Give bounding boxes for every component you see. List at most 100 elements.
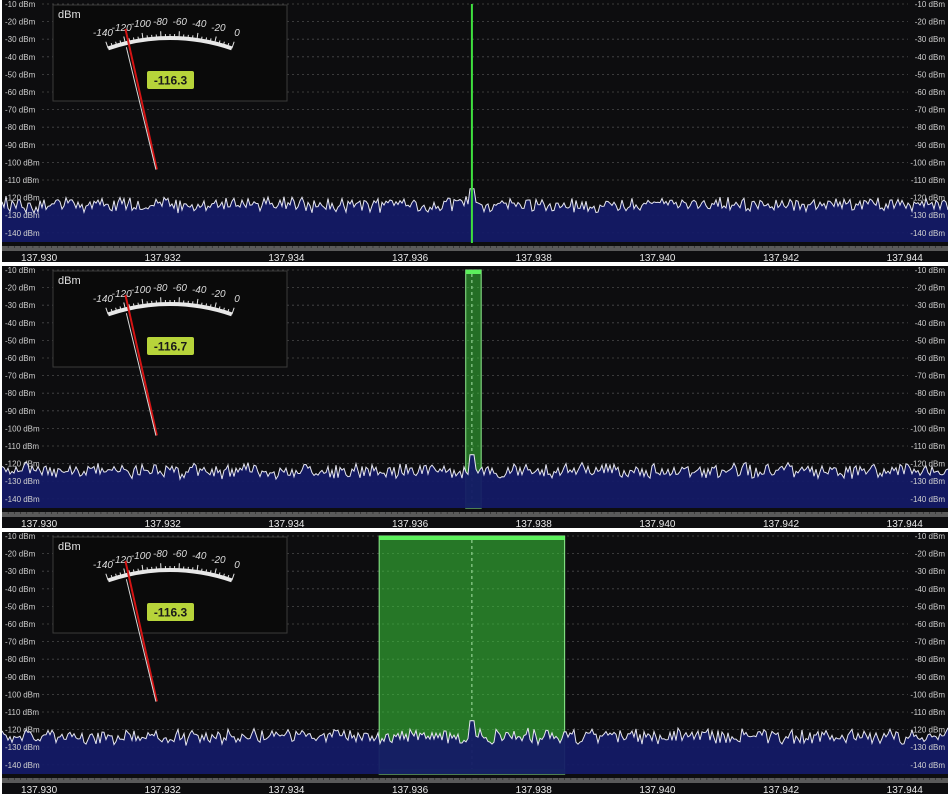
y-tick-label-right: -100 dBm	[910, 158, 945, 167]
y-tick-label-right: -100 dBm	[910, 424, 945, 433]
y-tick-label-right: -40 dBm	[915, 319, 946, 328]
spectrum-plot[interactable]: -10 dBm -10 dBm -20 dBm -20 dBm -30 dBm -30 d…	[2, 266, 948, 528]
y-tick-label-left: -80 dBm	[5, 389, 36, 398]
frequency-ruler[interactable]	[2, 512, 948, 517]
y-tick-label-right: -20 dBm	[915, 284, 946, 293]
y-tick-label-right: -30 dBm	[915, 35, 946, 44]
x-tick-label: 137.932	[145, 785, 182, 794]
x-tick-label: 137.932	[145, 519, 182, 528]
y-tick-label-right: -80 dBm	[915, 389, 946, 398]
x-tick-label: 137.940	[639, 253, 676, 262]
filter-top-handle[interactable]	[379, 536, 565, 540]
filter-top-handle[interactable]	[465, 270, 482, 274]
x-tick-label: 137.942	[763, 253, 800, 262]
x-tick-label: 137.930	[21, 785, 58, 794]
y-tick-label-left: -20 dBm	[5, 550, 36, 559]
meter-tick	[137, 36, 140, 41]
y-tick-label-right: -60 dBm	[915, 354, 946, 363]
y-tick-label-right: -50 dBm	[915, 336, 946, 345]
y-tick-label-left: -40 dBm	[5, 585, 36, 594]
x-tick-label: 137.942	[763, 785, 800, 794]
meter-scale-label: -120	[112, 23, 132, 34]
meter-scale-label: -140	[93, 294, 113, 305]
y-tick-label-left: -80 dBm	[5, 123, 36, 132]
y-tick-label-left: -10 dBm	[5, 0, 36, 9]
y-tick-label-right: -110 dBm	[911, 442, 945, 451]
x-tick-label: 137.938	[516, 519, 553, 528]
spectrum-panel-1[interactable]: -10 dBm -10 dBm -20 dBm -20 dBm -30 dBm -30 d…	[2, 0, 948, 262]
meter-tick	[137, 302, 140, 307]
y-tick-label-right: -90 dBm	[915, 407, 946, 416]
spectrum-plot[interactable]: -10 dBm -10 dBm -20 dBm -20 dBm -30 dBm -30 d…	[2, 532, 948, 794]
meter-unit-label: dBm	[58, 541, 81, 553]
meter-scale-label: -60	[173, 17, 188, 28]
y-tick-label-left: -140 dBm	[5, 761, 40, 770]
x-tick-label: 137.940	[639, 519, 676, 528]
meter-scale-label: -140	[93, 28, 113, 39]
y-tick-label-right: -60 dBm	[915, 88, 946, 97]
x-tick-label: 137.934	[268, 519, 305, 528]
meter-scale-label: -140	[93, 560, 113, 571]
y-tick-label-right: -130 dBm	[910, 477, 945, 486]
y-tick-label-right: -50 dBm	[915, 602, 946, 611]
frequency-ruler[interactable]	[2, 246, 948, 251]
x-tick-label: 137.932	[145, 253, 182, 262]
y-tick-label-left: -110 dBm	[5, 442, 39, 451]
y-tick-label-right: -120 dBm	[910, 460, 945, 469]
y-tick-label-left: -90 dBm	[5, 673, 36, 682]
meter-tick	[200, 302, 203, 307]
meter-scale-label: -60	[173, 283, 188, 294]
y-tick-label-left: -20 dBm	[5, 18, 36, 27]
y-tick-label-right: -10 dBm	[915, 532, 946, 541]
y-tick-label-right: -70 dBm	[915, 106, 946, 115]
meter-scale-label: -80	[153, 283, 168, 294]
y-tick-label-left: -20 dBm	[5, 284, 36, 293]
spectrum-panel-2[interactable]: -10 dBm -10 dBm -20 dBm -20 dBm -30 dBm -30 d…	[2, 266, 948, 528]
meter-scale-label: -100	[131, 285, 151, 296]
y-tick-label-right: -90 dBm	[915, 141, 946, 150]
meter-scale-label: -80	[153, 17, 168, 28]
meter-tick	[200, 36, 203, 41]
y-tick-label-right: -60 dBm	[915, 620, 946, 629]
meter-tick	[137, 568, 140, 573]
y-tick-label-right: -10 dBm	[915, 266, 946, 275]
x-tick-label: 137.942	[763, 519, 800, 528]
frequency-ruler[interactable]	[2, 778, 948, 783]
x-tick-label: 137.934	[268, 785, 305, 794]
meter-scale-label: -40	[192, 19, 207, 30]
y-tick-label-left: -120 dBm	[5, 460, 40, 469]
y-tick-label-left: -80 dBm	[5, 655, 36, 664]
spectrum-plot[interactable]: -10 dBm -10 dBm -20 dBm -20 dBm -30 dBm -30 d…	[2, 0, 948, 262]
y-tick-label-right: -130 dBm	[910, 211, 945, 220]
meter-value: -116.3	[154, 74, 188, 88]
meter-scale-label: -20	[211, 23, 226, 34]
y-tick-label-left: -130 dBm	[5, 743, 40, 752]
y-tick-label-left: -60 dBm	[5, 88, 36, 97]
y-tick-label-left: -70 dBm	[5, 372, 36, 381]
y-tick-label-left: -10 dBm	[5, 532, 36, 541]
meter-value: -116.3	[154, 606, 188, 620]
meter-scale-label: 0	[234, 294, 240, 305]
y-tick-label-right: -20 dBm	[915, 550, 946, 559]
y-tick-label-right: -90 dBm	[915, 673, 946, 682]
y-tick-label-left: -90 dBm	[5, 407, 36, 416]
meter-scale-label: -100	[131, 19, 151, 30]
y-tick-label-left: -30 dBm	[5, 301, 36, 310]
y-tick-label-right: -40 dBm	[915, 53, 946, 62]
y-tick-label-right: -110 dBm	[911, 176, 945, 185]
spectrum-panel-3[interactable]: -10 dBm -10 dBm -20 dBm -20 dBm -30 dBm -30 d…	[2, 532, 948, 794]
meter-unit-label: dBm	[58, 9, 81, 21]
y-tick-label-right: -80 dBm	[915, 655, 946, 664]
x-tick-label: 137.936	[392, 519, 429, 528]
y-tick-label-right: -130 dBm	[910, 743, 945, 752]
y-tick-label-left: -130 dBm	[5, 477, 40, 486]
meter-unit-label: dBm	[58, 275, 81, 287]
y-tick-label-left: -110 dBm	[5, 708, 39, 717]
meter-scale-label: 0	[234, 560, 240, 571]
y-tick-label-left: -100 dBm	[5, 158, 40, 167]
y-tick-label-right: -140 dBm	[910, 495, 945, 504]
y-tick-label-right: -140 dBm	[910, 229, 945, 238]
y-tick-label-left: -50 dBm	[5, 336, 36, 345]
y-tick-label-left: -30 dBm	[5, 567, 36, 576]
meter-scale-label: -20	[211, 555, 226, 566]
